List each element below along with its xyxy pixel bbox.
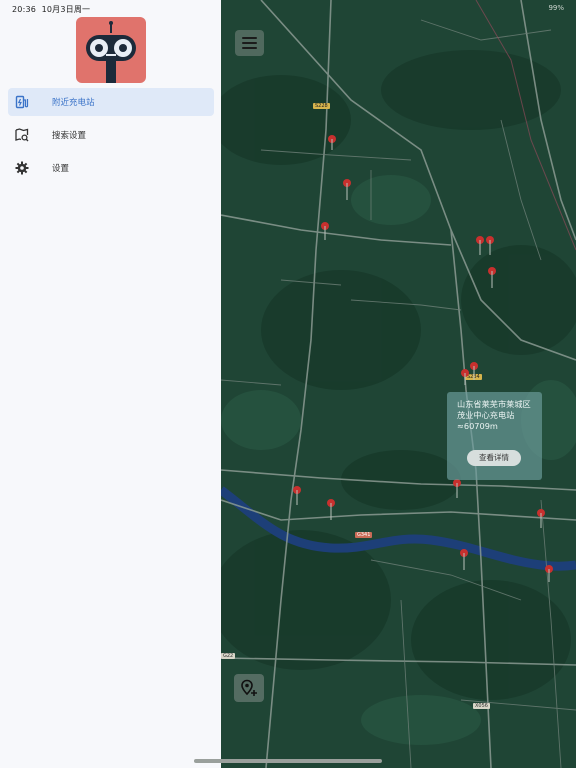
gear-icon [13, 159, 31, 177]
ev-charging-icon [13, 93, 31, 111]
home-indicator[interactable] [194, 759, 382, 763]
road-badge-g341-north: S234 [465, 374, 482, 380]
nav-label: 搜索设置 [52, 131, 87, 141]
menu-button[interactable] [235, 30, 264, 56]
hamburger-icon [242, 37, 257, 39]
road-badge-g341: G341 [355, 532, 373, 538]
add-location-icon [241, 679, 257, 696]
app-avatar [76, 17, 146, 83]
road-badge-x056: X056 [473, 703, 490, 709]
map-background [221, 0, 576, 768]
station-name: 山东省莱芜市莱城区茂业中心充电站 [457, 399, 531, 420]
nav-search-settings[interactable]: 搜索设置 [8, 121, 214, 149]
map-view[interactable]: S228 S234 G341 X056 G22 山东省莱芜市莱城区茂业中心充电站… [221, 0, 576, 768]
map-search-icon [13, 126, 31, 144]
nav-settings[interactable]: 设置 [8, 154, 214, 182]
robot-icon [86, 21, 136, 83]
nav-nearby-stations[interactable]: 附近充电站 [8, 88, 214, 116]
station-info-popup: 山东省莱芜市莱城区茂业中心充电站 ≈60709m 查看详情 [447, 392, 542, 480]
side-drawer: 20:36 10月3日周一 附近充电站 搜索设置 设置 [0, 0, 221, 768]
road-badge-g22: G22 [221, 653, 236, 659]
nav-label: 附近充电站 [52, 98, 95, 108]
road-badge-s228: S228 [313, 103, 330, 109]
view-details-button[interactable]: 查看详情 [467, 450, 521, 466]
add-location-button[interactable] [234, 674, 264, 702]
nav-label: 设置 [52, 164, 70, 174]
status-bar-time: 20:36 10月3日周一 [12, 5, 91, 14]
status-bar-battery: 99% [548, 4, 564, 12]
station-distance: ≈60709m [457, 421, 498, 431]
